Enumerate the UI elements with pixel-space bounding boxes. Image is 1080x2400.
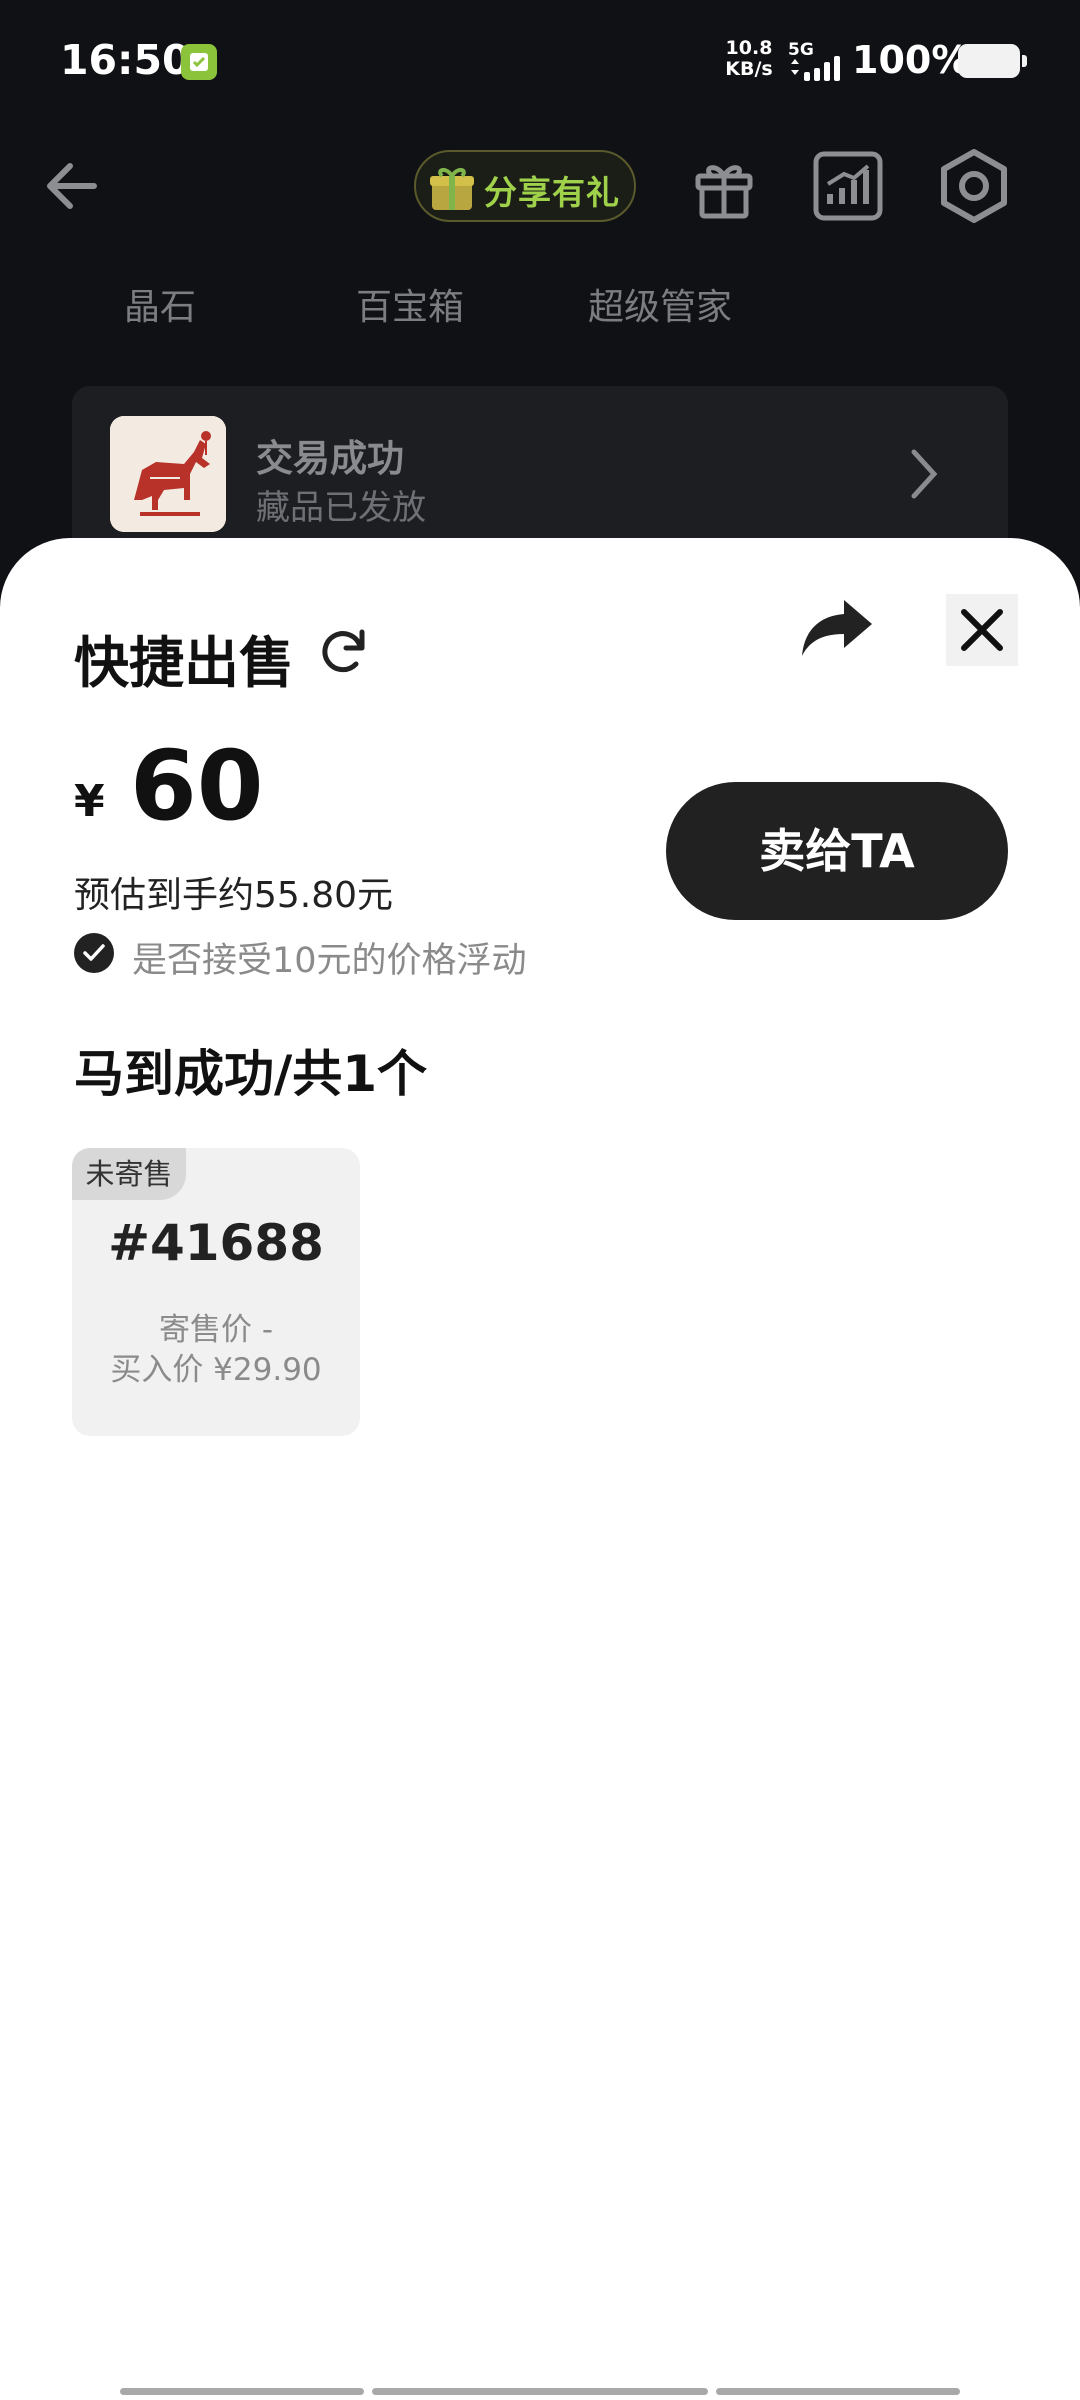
item-status-tag: 未寄售 xyxy=(72,1148,186,1200)
tab-treasure-box[interactable]: 百宝箱 xyxy=(356,278,464,330)
status-bar: 16:50 10.8 KB/s 5G 100% xyxy=(0,0,1080,120)
nav-gesture-bar-right xyxy=(716,2388,960,2395)
sell-to-buyer-button[interactable]: 卖给TA xyxy=(666,782,1008,920)
refresh-icon[interactable] xyxy=(316,622,372,678)
sheet-title: 快捷出售 xyxy=(74,631,295,695)
share-gift-label: 分享有礼 xyxy=(484,173,620,212)
signal-icon xyxy=(791,56,840,81)
sell-price[interactable]: 60 xyxy=(130,730,264,842)
accept-fluctuation-label[interactable]: 是否接受10元的价格浮动 xyxy=(132,932,527,983)
network-speed: 10.8 KB/s xyxy=(725,37,773,80)
close-icon xyxy=(961,609,1003,651)
collection-item-card[interactable]: 未寄售 #41688 寄售价 - 买入价 ¥29.90 xyxy=(72,1148,360,1436)
close-button[interactable] xyxy=(946,594,1018,666)
item-number: #41688 xyxy=(108,1214,324,1272)
item-buy-price: 买入价 ¥29.90 xyxy=(110,1352,322,1388)
back-arrow-icon[interactable] xyxy=(36,150,108,222)
quick-sell-sheet: 快捷出售 ¥ 60 预估到手约55.80元 是否接受10元的价格浮动 卖给TA … xyxy=(0,538,1080,2400)
share-icon[interactable] xyxy=(800,596,876,660)
nav-gesture-bar-center[interactable] xyxy=(372,2388,708,2395)
nav-gesture-bar-left xyxy=(120,2388,364,2395)
chevron-right-icon xyxy=(911,449,938,499)
gift-icon[interactable] xyxy=(686,148,762,224)
horse-collectible-image xyxy=(110,416,226,532)
tab-crystal[interactable]: 晶石 xyxy=(124,278,196,330)
battery-icon xyxy=(958,44,1027,78)
share-gift-button[interactable]: 分享有礼 xyxy=(414,150,636,222)
item-consign-price: 寄售价 - xyxy=(158,1312,274,1348)
gift-box-icon xyxy=(430,168,474,210)
accept-fluctuation-checkbox[interactable] xyxy=(74,933,114,973)
success-card-subtitle: 藏品已发放 xyxy=(256,488,426,528)
currency-symbol: ¥ xyxy=(74,776,105,827)
checkmark-icon xyxy=(83,944,105,961)
tab-super-butler[interactable]: 超级管家 xyxy=(588,278,732,330)
app-notification-icon xyxy=(181,44,217,80)
success-card-title: 交易成功 xyxy=(256,437,404,480)
collection-list-title: 马到成功/共1个 xyxy=(74,1045,428,1103)
settings-icon[interactable] xyxy=(936,148,1012,224)
status-time: 16:50 xyxy=(60,36,191,84)
estimated-receipt: 预估到手约55.80元 xyxy=(74,875,394,916)
chart-icon[interactable] xyxy=(810,148,886,224)
battery-percent: 100% xyxy=(852,38,970,82)
